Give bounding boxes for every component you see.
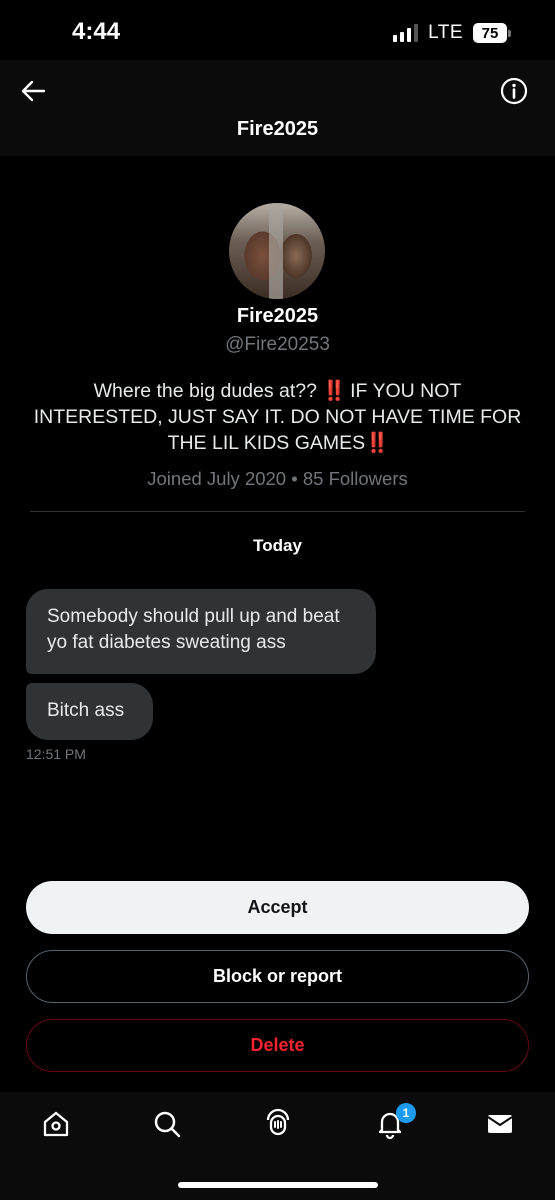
battery-level: 75 xyxy=(473,23,507,43)
message-timestamp: 12:51 PM xyxy=(26,746,86,762)
mail-icon xyxy=(487,1115,513,1133)
message-bubble[interactable]: Somebody should pull up and beat yo fat … xyxy=(26,589,376,674)
message-bubble[interactable]: Bitch ass xyxy=(26,683,153,740)
accept-button[interactable]: Accept xyxy=(26,881,529,934)
signal-icon xyxy=(393,24,419,42)
double-exclamation-icon: ‼️ xyxy=(322,380,346,402)
delete-button[interactable]: Delete xyxy=(26,1019,529,1072)
profile-bio: Where the big dudes at?? ‼️ IF YOU NOT I… xyxy=(33,380,522,454)
info-icon xyxy=(500,77,528,105)
battery-icon: 75 xyxy=(473,23,511,43)
header-title: Fire2025 xyxy=(236,118,319,140)
divider xyxy=(30,511,525,512)
date-separator: Today xyxy=(253,536,302,555)
profile-handle: @Fire20253 xyxy=(225,334,330,355)
back-button[interactable] xyxy=(18,76,48,106)
status-indicators: LTE 75 xyxy=(393,22,511,44)
profile-name[interactable]: Fire2025 xyxy=(0,305,555,328)
double-exclamation-icon: ‼️ xyxy=(365,432,389,454)
status-time: 4:44 xyxy=(72,18,121,45)
avatar[interactable] xyxy=(229,203,325,299)
nav-home[interactable] xyxy=(36,1104,76,1144)
nav-messages[interactable] xyxy=(480,1104,520,1144)
home-icon xyxy=(43,1111,69,1137)
network-label: LTE xyxy=(428,22,463,43)
profile-meta: Joined July 2020 • 85 Followers xyxy=(147,468,408,489)
nav-search[interactable] xyxy=(147,1104,187,1144)
block-or-report-button[interactable]: Block or report xyxy=(26,950,529,1003)
info-button[interactable] xyxy=(499,76,529,106)
search-icon xyxy=(154,1111,181,1138)
grok-icon xyxy=(266,1108,290,1136)
conversation-header xyxy=(0,60,555,156)
arrow-left-icon xyxy=(21,80,46,102)
notification-badge: 1 xyxy=(396,1103,416,1123)
nav-grok[interactable] xyxy=(258,1104,298,1144)
home-indicator xyxy=(178,1182,378,1188)
